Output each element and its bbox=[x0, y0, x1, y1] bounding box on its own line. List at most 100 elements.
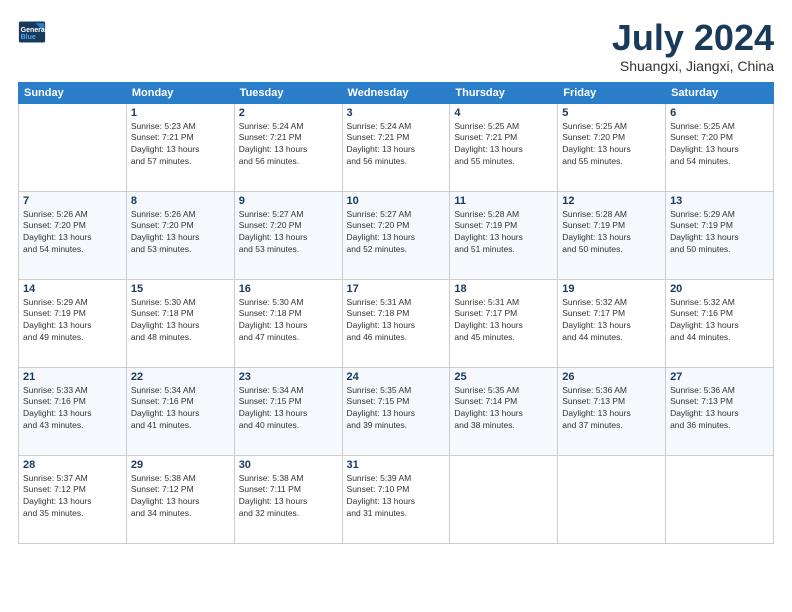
day-number: 11 bbox=[454, 195, 553, 207]
day-number: 13 bbox=[670, 195, 769, 207]
day-cell: 10 Sunrise: 5:27 AM Sunset: 7:20 PM Dayli… bbox=[342, 191, 450, 279]
day-number: 2 bbox=[239, 107, 338, 119]
col-header-thursday: Thursday bbox=[450, 82, 558, 103]
day-info: Sunrise: 5:31 AM Sunset: 7:17 PM Dayligh… bbox=[454, 297, 553, 345]
day-info: Sunrise: 5:24 AM Sunset: 7:21 PM Dayligh… bbox=[347, 121, 446, 169]
header: General Blue July 2024 Shuangxi, Jiangxi… bbox=[18, 18, 774, 74]
location-title: Shuangxi, Jiangxi, China bbox=[612, 58, 774, 74]
week-row-4: 21Sunrise: 5:33 AM Sunset: 7:16 PM Dayli… bbox=[19, 367, 774, 455]
day-number: 29 bbox=[131, 459, 230, 471]
day-cell: 5Sunrise: 5:25 AM Sunset: 7:20 PM Daylig… bbox=[558, 103, 666, 191]
day-number: 4 bbox=[454, 107, 553, 119]
day-number: 22 bbox=[131, 371, 230, 383]
col-header-tuesday: Tuesday bbox=[234, 82, 342, 103]
day-info: Sunrise: 5:37 AM Sunset: 7:12 PM Dayligh… bbox=[23, 473, 122, 521]
svg-text:Blue: Blue bbox=[21, 34, 36, 41]
day-cell: 27 Sunrise: 5:36 AM Sunset: 7:13 PM Dayli… bbox=[666, 367, 774, 455]
col-header-monday: Monday bbox=[126, 82, 234, 103]
day-cell: 3 Sunrise: 5:24 AM Sunset: 7:21 PM Daylig… bbox=[342, 103, 450, 191]
day-cell: 21Sunrise: 5:33 AM Sunset: 7:16 PM Dayli… bbox=[19, 367, 127, 455]
day-number: 25 bbox=[454, 371, 553, 383]
col-header-wednesday: Wednesday bbox=[342, 82, 450, 103]
day-cell: 25Sunrise: 5:35 AM Sunset: 7:14 PM Dayli… bbox=[450, 367, 558, 455]
day-cell: 19Sunrise: 5:32 AM Sunset: 7:17 PM Dayli… bbox=[558, 279, 666, 367]
day-cell: 14 Sunrise: 5:29 AM Sunset: 7:19 PM Dayli… bbox=[19, 279, 127, 367]
day-info: Sunrise: 5:31 AM Sunset: 7:18 PM Dayligh… bbox=[347, 297, 446, 345]
day-cell: 16 Sunrise: 5:30 AM Sunset: 7:18 PM Dayli… bbox=[234, 279, 342, 367]
day-cell: 6 Sunrise: 5:25 AM Sunset: 7:20 PM Daylig… bbox=[666, 103, 774, 191]
day-cell bbox=[450, 455, 558, 543]
day-info: Sunrise: 5:39 AM Sunset: 7:10 PM Dayligh… bbox=[347, 473, 446, 521]
day-info: Sunrise: 5:38 AM Sunset: 7:12 PM Dayligh… bbox=[131, 473, 230, 521]
day-info: Sunrise: 5:26 AM Sunset: 7:20 PM Dayligh… bbox=[131, 209, 230, 257]
day-number: 7 bbox=[23, 195, 122, 207]
day-cell: 1Sunrise: 5:23 AM Sunset: 7:21 PM Daylig… bbox=[126, 103, 234, 191]
col-header-sunday: Sunday bbox=[19, 82, 127, 103]
day-info: Sunrise: 5:24 AM Sunset: 7:21 PM Dayligh… bbox=[239, 121, 338, 169]
day-info: Sunrise: 5:34 AM Sunset: 7:16 PM Dayligh… bbox=[131, 385, 230, 433]
day-number: 18 bbox=[454, 283, 553, 295]
day-cell: 22 Sunrise: 5:34 AM Sunset: 7:16 PM Dayli… bbox=[126, 367, 234, 455]
day-cell: 4Sunrise: 5:25 AM Sunset: 7:21 PM Daylig… bbox=[450, 103, 558, 191]
day-info: Sunrise: 5:28 AM Sunset: 7:19 PM Dayligh… bbox=[454, 209, 553, 257]
day-info: Sunrise: 5:25 AM Sunset: 7:20 PM Dayligh… bbox=[562, 121, 661, 169]
day-number: 30 bbox=[239, 459, 338, 471]
day-number: 20 bbox=[670, 283, 769, 295]
day-info: Sunrise: 5:30 AM Sunset: 7:18 PM Dayligh… bbox=[239, 297, 338, 345]
day-number: 6 bbox=[670, 107, 769, 119]
day-cell: 31 Sunrise: 5:39 AM Sunset: 7:10 PM Dayli… bbox=[342, 455, 450, 543]
day-info: Sunrise: 5:36 AM Sunset: 7:13 PM Dayligh… bbox=[670, 385, 769, 433]
day-number: 16 bbox=[239, 283, 338, 295]
day-cell: 24Sunrise: 5:35 AM Sunset: 7:15 PM Dayli… bbox=[342, 367, 450, 455]
header-row: SundayMondayTuesdayWednesdayThursdayFrid… bbox=[19, 82, 774, 103]
day-info: Sunrise: 5:27 AM Sunset: 7:20 PM Dayligh… bbox=[347, 209, 446, 257]
week-row-2: 7 Sunrise: 5:26 AM Sunset: 7:20 PM Daylig… bbox=[19, 191, 774, 279]
week-row-5: 28 Sunrise: 5:37 AM Sunset: 7:12 PM Dayli… bbox=[19, 455, 774, 543]
day-number: 31 bbox=[347, 459, 446, 471]
day-cell: 26Sunrise: 5:36 AM Sunset: 7:13 PM Dayli… bbox=[558, 367, 666, 455]
day-cell: 2 Sunrise: 5:24 AM Sunset: 7:21 PM Daylig… bbox=[234, 103, 342, 191]
day-info: Sunrise: 5:29 AM Sunset: 7:19 PM Dayligh… bbox=[23, 297, 122, 345]
day-info: Sunrise: 5:28 AM Sunset: 7:19 PM Dayligh… bbox=[562, 209, 661, 257]
day-cell bbox=[558, 455, 666, 543]
day-info: Sunrise: 5:38 AM Sunset: 7:11 PM Dayligh… bbox=[239, 473, 338, 521]
day-number: 24 bbox=[347, 371, 446, 383]
day-cell: 20 Sunrise: 5:32 AM Sunset: 7:16 PM Dayli… bbox=[666, 279, 774, 367]
day-number: 28 bbox=[23, 459, 122, 471]
day-info: Sunrise: 5:32 AM Sunset: 7:16 PM Dayligh… bbox=[670, 297, 769, 345]
day-cell: 30 Sunrise: 5:38 AM Sunset: 7:11 PM Dayli… bbox=[234, 455, 342, 543]
month-title: July 2024 bbox=[612, 18, 774, 58]
day-cell: 28 Sunrise: 5:37 AM Sunset: 7:12 PM Dayli… bbox=[19, 455, 127, 543]
day-number: 15 bbox=[131, 283, 230, 295]
day-cell: 7 Sunrise: 5:26 AM Sunset: 7:20 PM Daylig… bbox=[19, 191, 127, 279]
day-info: Sunrise: 5:30 AM Sunset: 7:18 PM Dayligh… bbox=[131, 297, 230, 345]
day-number: 3 bbox=[347, 107, 446, 119]
day-number: 14 bbox=[23, 283, 122, 295]
day-number: 10 bbox=[347, 195, 446, 207]
day-number: 8 bbox=[131, 195, 230, 207]
calendar-page: General Blue July 2024 Shuangxi, Jiangxi… bbox=[0, 0, 792, 612]
day-info: Sunrise: 5:25 AM Sunset: 7:20 PM Dayligh… bbox=[670, 121, 769, 169]
col-header-friday: Friday bbox=[558, 82, 666, 103]
logo-icon: General Blue bbox=[18, 18, 46, 46]
day-info: Sunrise: 5:23 AM Sunset: 7:21 PM Dayligh… bbox=[131, 121, 230, 169]
day-cell: 12 Sunrise: 5:28 AM Sunset: 7:19 PM Dayli… bbox=[558, 191, 666, 279]
day-cell: 9 Sunrise: 5:27 AM Sunset: 7:20 PM Daylig… bbox=[234, 191, 342, 279]
day-cell: 23Sunrise: 5:34 AM Sunset: 7:15 PM Dayli… bbox=[234, 367, 342, 455]
week-row-1: 1Sunrise: 5:23 AM Sunset: 7:21 PM Daylig… bbox=[19, 103, 774, 191]
day-info: Sunrise: 5:27 AM Sunset: 7:20 PM Dayligh… bbox=[239, 209, 338, 257]
day-number: 23 bbox=[239, 371, 338, 383]
day-cell bbox=[666, 455, 774, 543]
day-number: 27 bbox=[670, 371, 769, 383]
week-row-3: 14 Sunrise: 5:29 AM Sunset: 7:19 PM Dayli… bbox=[19, 279, 774, 367]
day-number: 9 bbox=[239, 195, 338, 207]
calendar-table: SundayMondayTuesdayWednesdayThursdayFrid… bbox=[18, 82, 774, 544]
day-number: 12 bbox=[562, 195, 661, 207]
day-cell: 15 Sunrise: 5:30 AM Sunset: 7:18 PM Dayli… bbox=[126, 279, 234, 367]
col-header-saturday: Saturday bbox=[666, 82, 774, 103]
day-info: Sunrise: 5:26 AM Sunset: 7:20 PM Dayligh… bbox=[23, 209, 122, 257]
title-block: July 2024 Shuangxi, Jiangxi, China bbox=[612, 18, 774, 74]
logo: General Blue bbox=[18, 18, 46, 46]
day-cell: 18 Sunrise: 5:31 AM Sunset: 7:17 PM Dayli… bbox=[450, 279, 558, 367]
day-cell: 8 Sunrise: 5:26 AM Sunset: 7:20 PM Daylig… bbox=[126, 191, 234, 279]
